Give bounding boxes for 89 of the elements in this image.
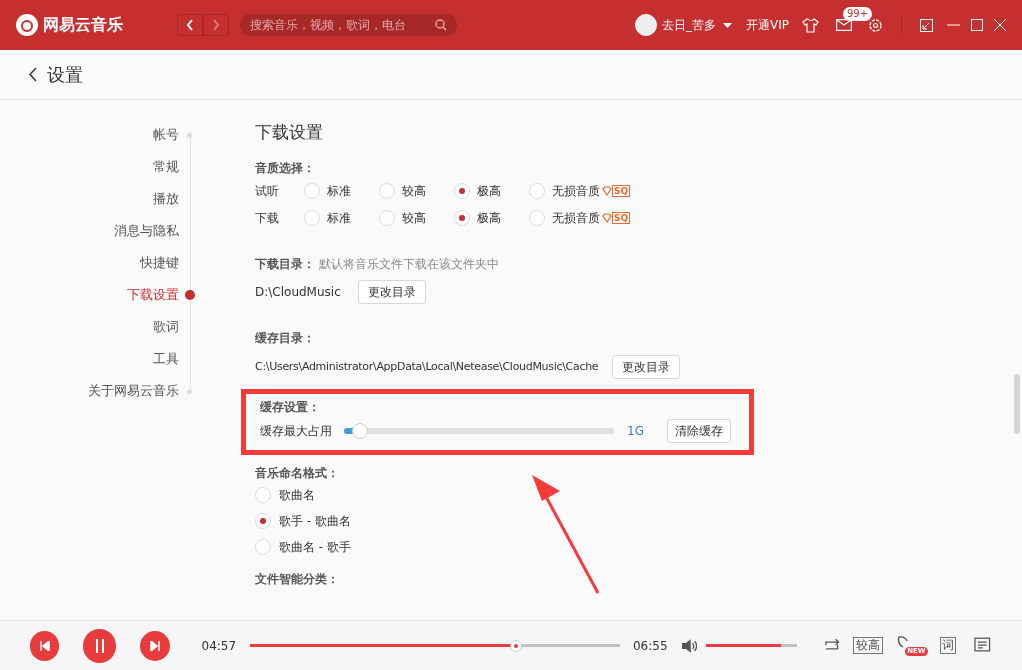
section-title: 下载设置	[255, 121, 324, 142]
radio-label[interactable]: 标准	[327, 208, 351, 227]
radio-label[interactable]: 极高	[477, 181, 501, 200]
slider-label: 缓存最大占用	[260, 423, 333, 440]
close-icon[interactable]	[994, 19, 1006, 31]
field-title: 音质选择：	[255, 160, 316, 177]
avatar[interactable]	[635, 14, 657, 36]
progress-bar[interactable]	[250, 639, 620, 652]
sq-badge: SQ	[612, 211, 631, 224]
radio-label[interactable]: 较高	[402, 208, 426, 227]
field-title: 缓存目录：	[255, 330, 316, 347]
radio-button[interactable]	[255, 487, 271, 503]
logo-icon	[16, 14, 38, 36]
field-title: 文件智能分类：	[255, 571, 340, 588]
radio-button[interactable]	[379, 209, 395, 226]
radio-button[interactable]	[454, 182, 470, 199]
chevron-right-icon	[212, 19, 220, 31]
radio-button[interactable]	[379, 182, 395, 199]
radio-button[interactable]	[255, 513, 271, 529]
radio-button[interactable]	[529, 209, 545, 226]
change-directory-button[interactable]: 更改目录	[358, 280, 426, 304]
user-name[interactable]: 去日_苦多	[662, 16, 716, 34]
volume-icon[interactable]	[681, 638, 698, 653]
radio-button[interactable]	[255, 539, 271, 555]
radio-button[interactable]	[454, 209, 470, 226]
search-field[interactable]: 搜索音乐，视频，歌词，电台	[240, 14, 457, 36]
quality-button[interactable]: 较高	[853, 637, 884, 654]
sidebar-item[interactable]: 关于网易云音乐	[88, 381, 179, 401]
mail-icon[interactable]	[836, 19, 852, 31]
chevron-left-icon	[28, 67, 37, 82]
pause-icon	[94, 638, 105, 653]
shirt-icon[interactable]	[802, 17, 819, 33]
radio-label[interactable]: 标准	[327, 181, 351, 200]
row-label: 下载	[255, 209, 280, 227]
sidebar-item[interactable]: 播放	[153, 189, 179, 209]
back-link[interactable]: 设置	[28, 61, 83, 88]
path-text: C:\Users\Administrator\AppData\Local\Netease\CloudMusic\Cache	[255, 358, 599, 375]
change-directory-button[interactable]: 更改目录	[612, 355, 681, 379]
row-label: 试听	[255, 182, 280, 200]
radio-label[interactable]: 歌曲名	[279, 486, 315, 504]
maximize-icon[interactable]	[971, 19, 983, 31]
back-button[interactable]	[177, 14, 203, 36]
vip-link[interactable]: 开通VIP	[746, 16, 789, 34]
radio-button[interactable]	[529, 182, 545, 199]
chevron-left-icon	[186, 19, 194, 31]
field-title: 缓存设置：	[260, 399, 321, 416]
elapsed-time: 04:57	[201, 637, 237, 655]
app-name: 网易云音乐	[43, 14, 123, 36]
radio-label[interactable]: 无损音质	[552, 208, 600, 227]
field-title: 下载目录：	[255, 256, 315, 273]
previous-icon	[39, 640, 50, 651]
unread-badge: 99+	[843, 7, 873, 21]
sidebar-item[interactable]: 消息与隐私	[114, 221, 179, 241]
radio-label[interactable]: 无损音质	[552, 181, 600, 200]
sq-badge: SQ	[612, 184, 631, 197]
search-icon	[435, 19, 447, 31]
pause-button[interactable]	[83, 628, 117, 663]
cache-slider[interactable]	[344, 423, 614, 439]
mini-mode-icon[interactable]	[920, 18, 933, 32]
path-text: D:\CloudMusic	[255, 284, 342, 301]
diamond-icon	[602, 185, 612, 196]
sidebar-item[interactable]: 歌词	[153, 317, 179, 337]
radio-label[interactable]: 较高	[402, 181, 426, 200]
hint-text: 默认将音乐文件下载在该文件夹中	[319, 256, 499, 273]
loop-icon[interactable]	[822, 638, 841, 653]
slider-value: 1G	[627, 423, 645, 440]
radio-label[interactable]: 歌曲名 - 歌手	[279, 538, 351, 556]
diamond-icon	[602, 212, 612, 223]
volume-slider[interactable]	[706, 644, 797, 647]
caret-icon[interactable]	[723, 22, 732, 28]
lyrics-button[interactable]: 词	[940, 637, 957, 654]
radio-button[interactable]	[304, 182, 320, 199]
radio-label[interactable]: 歌手 - 歌曲名	[279, 512, 351, 530]
sidebar-item[interactable]: 快捷键	[140, 253, 179, 273]
total-time: 06:55	[632, 637, 668, 655]
sidebar-item[interactable]: 帐号	[153, 125, 179, 145]
radio-label[interactable]: 极高	[477, 208, 501, 227]
sidebar-item[interactable]: 常规	[153, 157, 179, 177]
previous-button[interactable]	[30, 630, 60, 661]
clear-cache-button[interactable]: 清除缓存	[667, 419, 731, 443]
playlist-icon[interactable]	[974, 636, 992, 655]
next-button[interactable]	[140, 630, 170, 661]
sidebar-item[interactable]: 工具	[153, 349, 179, 369]
share-icon[interactable]	[897, 635, 910, 648]
sidebar-item[interactable]: 下载设置	[127, 285, 179, 305]
field-title: 音乐命名格式：	[255, 465, 340, 482]
next-icon	[149, 640, 160, 651]
radio-button[interactable]	[304, 209, 320, 226]
settings-icon[interactable]	[868, 17, 883, 33]
